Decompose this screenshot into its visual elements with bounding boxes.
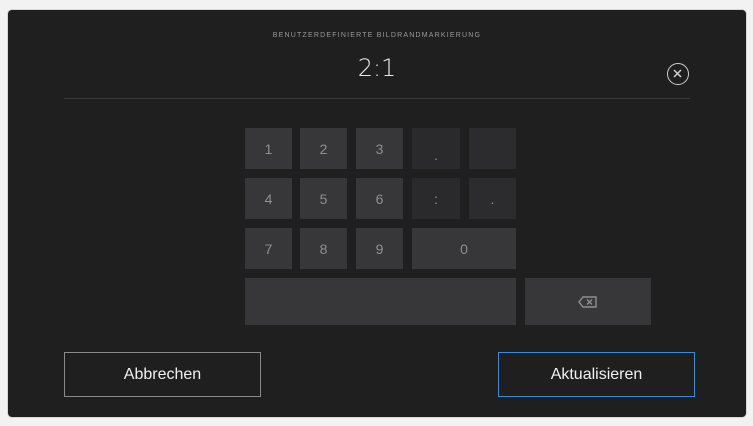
dialog-title: BENUTZERDEFINIERTE BILDRANDMARKIERUNG	[272, 32, 482, 39]
key-0[interactable]: 0	[412, 228, 516, 269]
key-1[interactable]: 1	[245, 128, 292, 169]
key-6[interactable]: 6	[356, 178, 403, 219]
key-8[interactable]: 8	[300, 228, 347, 269]
key-decimal[interactable]: .	[412, 128, 460, 169]
update-button[interactable]: Aktualisieren	[498, 352, 695, 397]
backspace-icon	[578, 295, 597, 308]
custom-frame-guide-dialog: BENUTZERDEFINIERTE BILDRANDMARKIERUNG 2:…	[8, 10, 746, 417]
cancel-button[interactable]: Abbrechen	[64, 352, 261, 397]
key-3[interactable]: 3	[356, 128, 403, 169]
close-button[interactable]	[667, 63, 689, 85]
key-blank	[469, 128, 516, 169]
divider	[64, 98, 690, 99]
key-7[interactable]: 7	[245, 228, 292, 269]
key-dot[interactable]: .	[469, 178, 516, 219]
close-icon	[673, 69, 682, 78]
key-colon[interactable]: :	[412, 178, 460, 219]
key-9[interactable]: 9	[356, 228, 403, 269]
key-4[interactable]: 4	[245, 178, 292, 219]
key-2[interactable]: 2	[300, 128, 347, 169]
aspect-ratio-display: 2:1	[357, 54, 397, 82]
backspace-button[interactable]	[525, 278, 651, 325]
key-5[interactable]: 5	[300, 178, 347, 219]
input-field-bar	[245, 278, 516, 325]
